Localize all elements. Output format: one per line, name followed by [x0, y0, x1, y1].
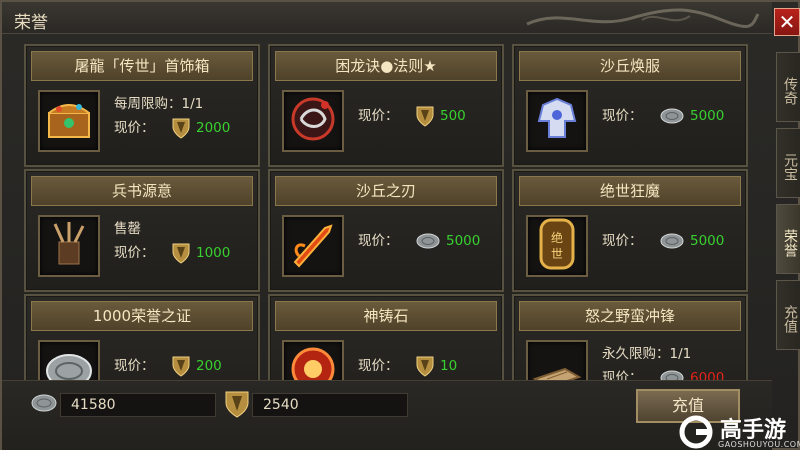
price-row: 现价： 5000	[358, 229, 498, 253]
item-info: 每周限购：1/1 现价： 2000	[114, 92, 254, 140]
item-name: 兵书源意	[31, 176, 253, 206]
price-label: 现价：	[358, 358, 399, 374]
item-name: 沙丘之刃	[275, 176, 497, 206]
price-label: 现价：	[114, 120, 155, 136]
item-slot[interactable]	[38, 215, 100, 277]
item-price: 5000	[690, 108, 725, 124]
close-button[interactable]: ✕	[774, 8, 800, 36]
price-label: 现价：	[358, 233, 399, 249]
price-label: 现价：	[602, 108, 643, 124]
svg-text:绝: 绝	[551, 230, 563, 245]
silver-coin-icon	[416, 233, 440, 249]
tab-recharge[interactable]: 充值	[776, 280, 800, 350]
item-price: 5000	[690, 233, 725, 249]
item-slot[interactable]	[282, 215, 344, 277]
price-row: 现价： 10	[358, 354, 498, 378]
honor-shield-icon	[172, 356, 190, 377]
price-row: 现价： 5000	[602, 104, 742, 128]
silver-coin-icon	[660, 233, 684, 249]
item-price: 1000	[196, 245, 231, 261]
item-slot[interactable]	[526, 90, 588, 152]
honor-shield-icon	[225, 391, 249, 418]
item-info: 现价： 5000	[358, 229, 498, 253]
outfit-icon	[529, 92, 585, 150]
honor-balance: 2540	[252, 393, 408, 417]
item-name: 屠龍「传世」首饰箱	[31, 51, 253, 81]
price-row: 现价： 500	[358, 104, 498, 128]
item-info: 现价： 5000	[602, 229, 742, 253]
price-row: 现价： 200	[114, 354, 254, 378]
price-row: 现价： 2000	[114, 116, 254, 140]
flame-blade-icon	[285, 217, 341, 275]
item-name: 怒之野蛮冲锋	[519, 301, 741, 331]
price-row: 现价： 5000	[602, 229, 742, 253]
price-label: 现价：	[114, 358, 155, 374]
shop-item-card[interactable]: 困龙诀●法则★ 现价： 500	[268, 44, 504, 167]
item-info: 现价： 10	[358, 354, 498, 378]
price-row: 现价： 1000	[114, 241, 254, 265]
price-label: 现价：	[358, 108, 399, 124]
treasure-chest-icon	[41, 92, 97, 150]
watermark-site: GAOSHOUYOU.COM	[718, 440, 800, 449]
shop-item-card[interactable]: 兵书源意 售罄 现价： 1000	[24, 169, 260, 292]
item-price: 500	[440, 108, 466, 124]
shop-item-card[interactable]: 绝世狂魔 绝世 现价： 5000	[512, 169, 748, 292]
title-bar: 荣誉	[2, 2, 772, 34]
item-slot[interactable]	[38, 90, 100, 152]
honor-shield-icon	[416, 356, 434, 377]
silver-coin-icon	[660, 108, 684, 124]
price-label: 现价：	[602, 233, 643, 249]
item-name: 困龙诀●法则★	[275, 51, 497, 81]
item-info: 售罄 现价： 1000	[114, 217, 254, 265]
dragon-rune-icon	[285, 92, 341, 150]
shop-item-card[interactable]: 沙丘之刃 现价： 5000	[268, 169, 504, 292]
svg-text:世: 世	[551, 247, 563, 261]
dragon-ornament-icon	[526, 8, 760, 29]
purchase-limit: 永久限购：1/1	[602, 346, 692, 362]
item-slot[interactable]	[282, 90, 344, 152]
honor-shield-icon	[172, 243, 190, 264]
tab-legend[interactable]: 传奇	[776, 52, 800, 122]
item-info: 现价： 500	[358, 104, 498, 128]
honor-shield-icon	[416, 106, 434, 127]
shop-item-card[interactable]: 沙丘焕服 现价： 5000	[512, 44, 748, 167]
item-name: 绝世狂魔	[519, 176, 741, 206]
honor-shield-icon	[172, 118, 190, 139]
price-label: 现价：	[114, 245, 155, 261]
honor-shop-window: 荣誉 ✕ 传奇 元宝 荣誉 充值 屠龍「传世」首饰箱 每周限购：1/1 现价： …	[0, 0, 800, 450]
item-info: 现价： 200	[114, 354, 254, 378]
seal-plaque-icon: 绝世	[529, 217, 585, 275]
item-name: 沙丘焕服	[519, 51, 741, 81]
item-price: 2000	[196, 120, 231, 136]
item-info: 现价： 5000	[602, 104, 742, 128]
item-name: 神铸石	[275, 301, 497, 331]
tab-yuanbao[interactable]: 元宝	[776, 128, 800, 198]
silver-balance: 41580	[60, 393, 216, 417]
brush-holder-icon	[41, 217, 97, 275]
item-slot[interactable]: 绝世	[526, 215, 588, 277]
item-price: 10	[440, 358, 458, 374]
item-name: 1000荣誉之证	[31, 301, 253, 331]
tab-honor[interactable]: 荣誉	[776, 204, 800, 274]
item-price: 200	[196, 358, 222, 374]
item-price: 5000	[446, 233, 481, 249]
purchase-limit: 售罄	[114, 221, 141, 237]
shop-item-card[interactable]: 屠龍「传世」首饰箱 每周限购：1/1 现价： 2000	[24, 44, 260, 167]
silver-coin-icon	[31, 394, 57, 412]
side-tabs: 传奇 元宝 荣誉 充值	[776, 52, 800, 356]
purchase-limit: 每周限购：1/1	[114, 96, 204, 112]
balance-bar: 41580 2540 充值	[2, 380, 772, 450]
window-title: 荣誉	[14, 13, 48, 33]
item-grid: 屠龍「传世」首饰箱 每周限购：1/1 现价： 2000 困龙诀●法则★ 现价： …	[24, 44, 764, 417]
